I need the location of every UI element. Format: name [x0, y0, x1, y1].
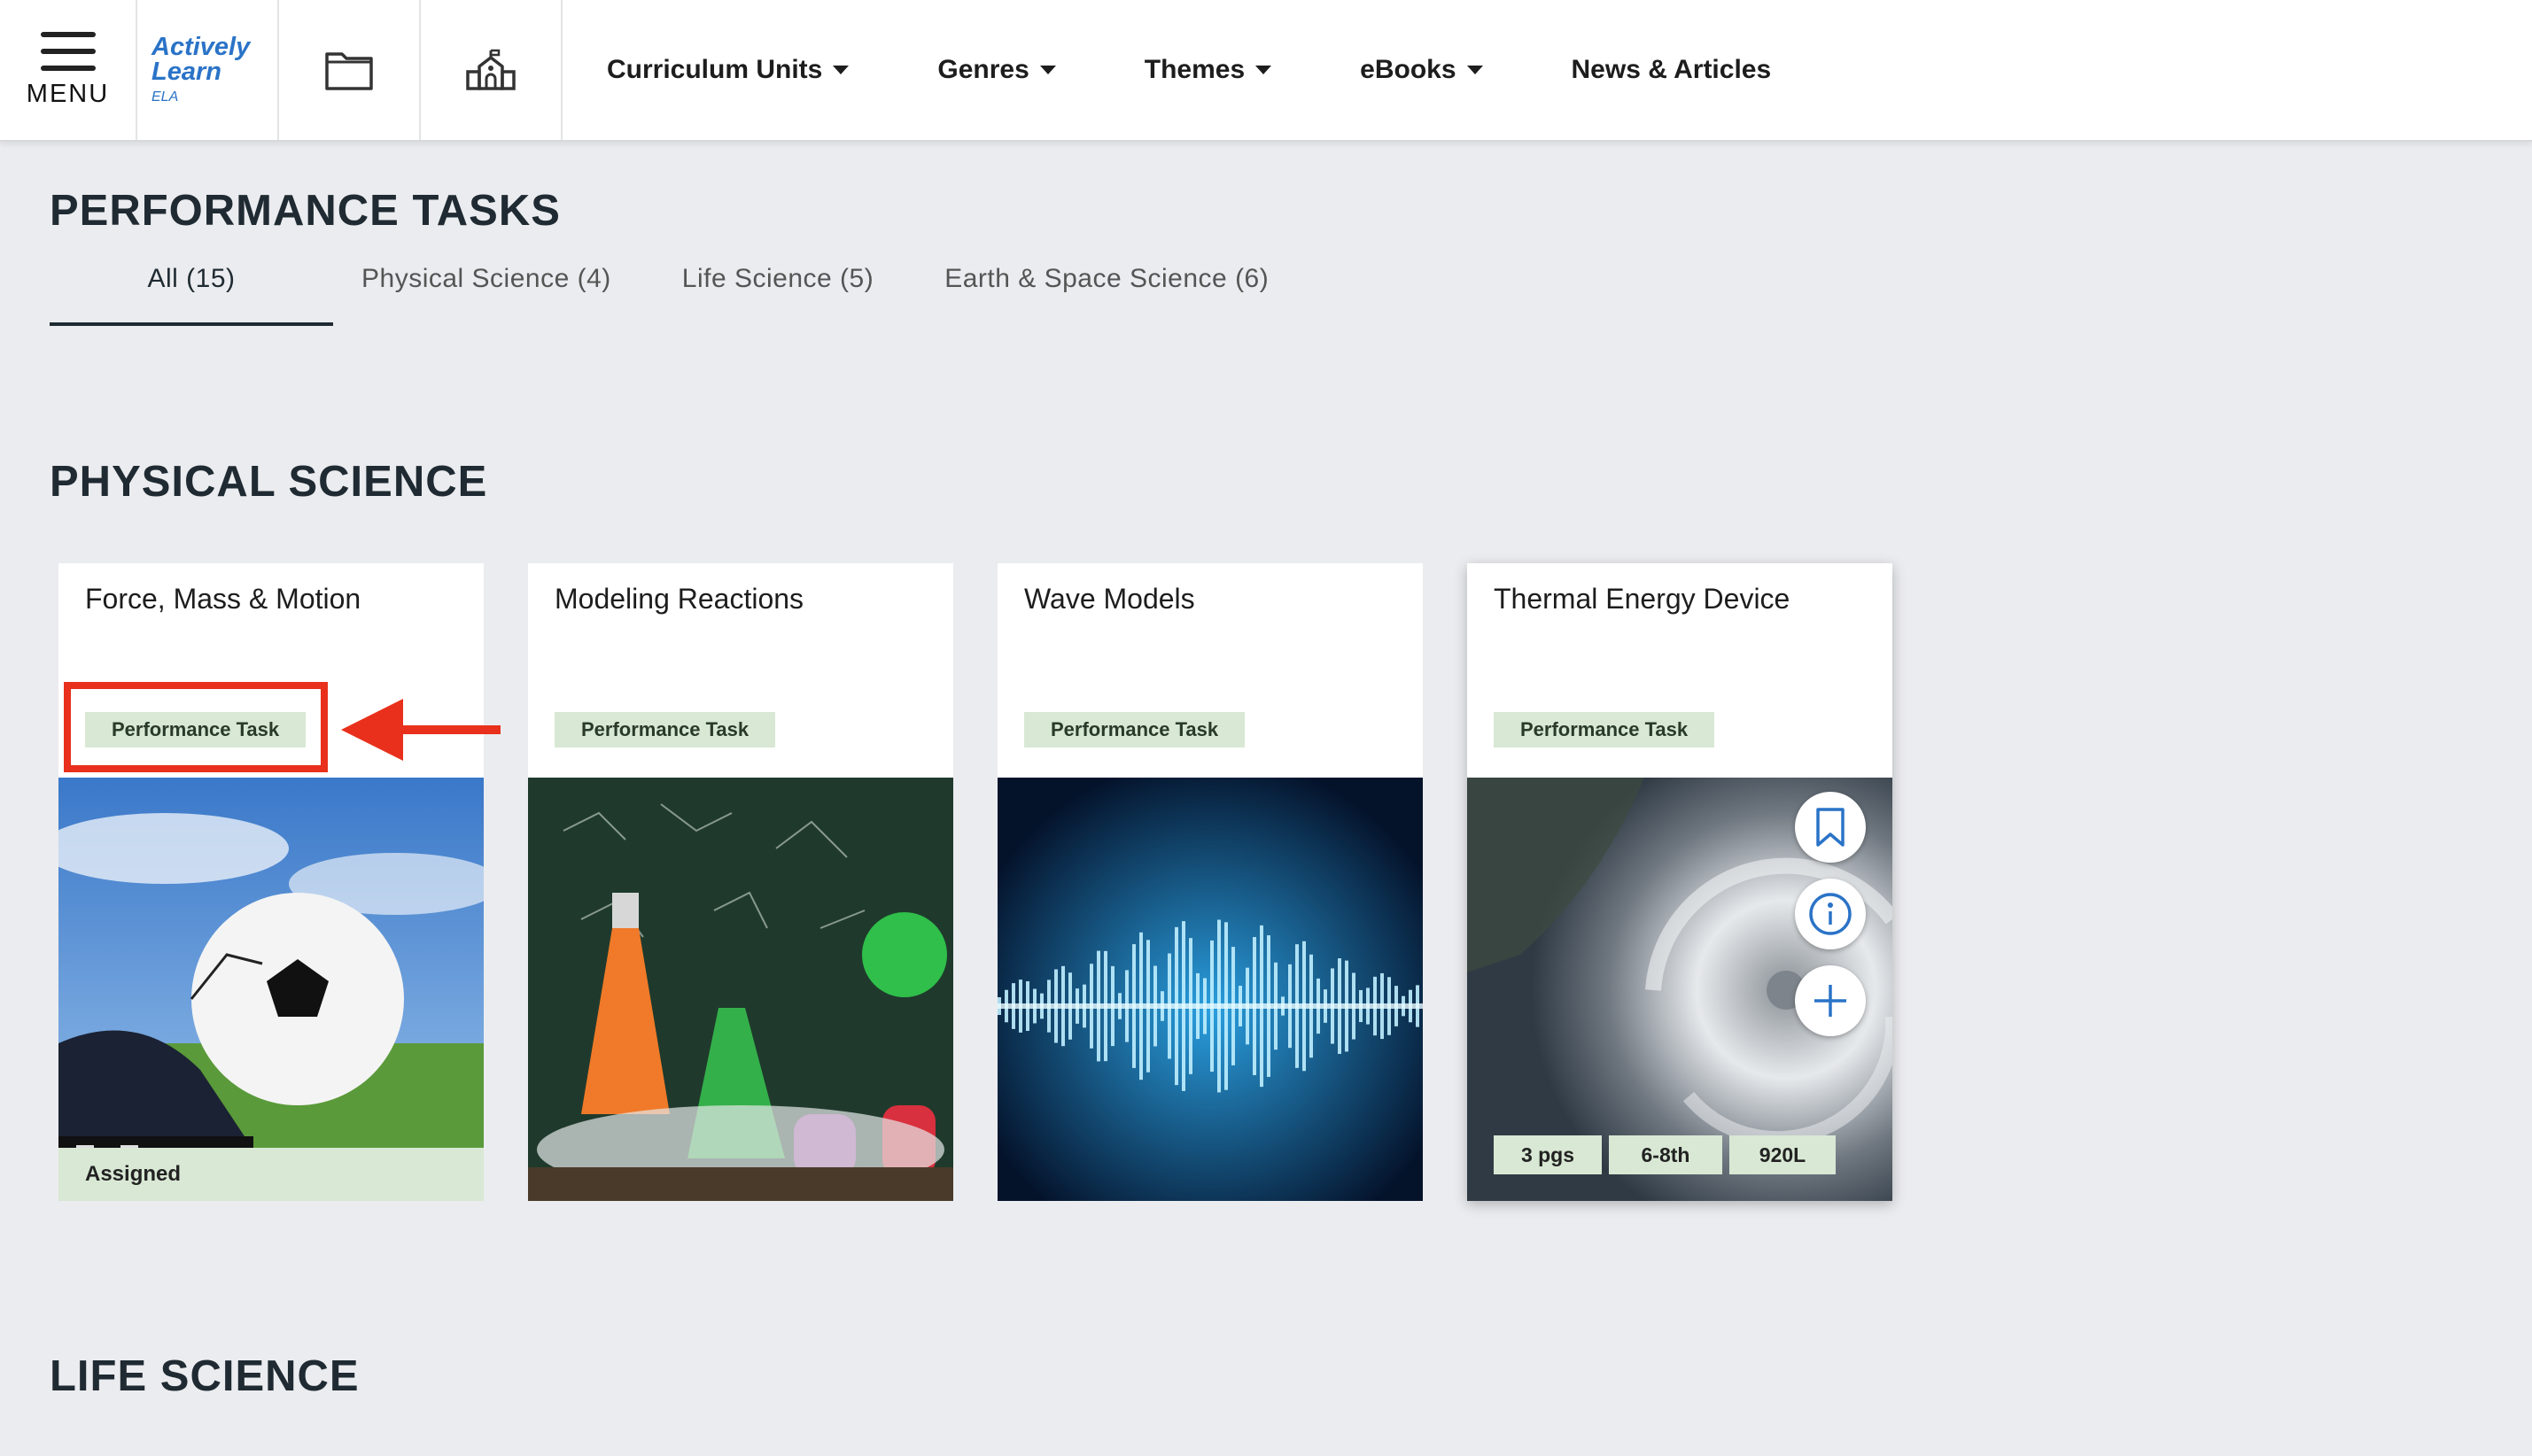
card-title: Thermal Energy Device: [1494, 583, 1790, 615]
top-navigation-bar: MENU Actively Learn ELA Curriculum Units…: [0, 0, 2532, 142]
card-thermal-energy-device[interactable]: Thermal Energy Device Performance Task 3…: [1467, 563, 1892, 1201]
primary-nav: Curriculum Units Genres Themes eBooks Ne…: [563, 0, 1860, 140]
info-icon: [1809, 893, 1852, 935]
performance-task-badge: Performance Task: [555, 712, 776, 747]
card-image-soccer-ball: [58, 778, 484, 1201]
card-image-chemistry-flasks: [528, 778, 953, 1201]
performance-task-badge: Performance Task: [1024, 712, 1246, 747]
school-button[interactable]: [421, 0, 563, 140]
card-force-mass-motion[interactable]: Force, Mass & Motion Performance Task As…: [58, 563, 484, 1201]
plus-icon: [1814, 985, 1846, 1017]
card-title: Wave Models: [1024, 583, 1195, 615]
card-wave-models[interactable]: Wave Models Performance Task: [998, 563, 1423, 1201]
menu-label: MENU: [26, 79, 110, 108]
section-title-life-science: LIFE SCIENCE: [50, 1352, 360, 1400]
menu-button[interactable]: MENU: [0, 0, 137, 140]
nav-news-articles[interactable]: News & Articles: [1572, 55, 1772, 85]
tab-all[interactable]: All (15): [50, 257, 333, 326]
annotation-arrow-icon: [341, 699, 501, 761]
hamburger-icon: [40, 31, 96, 71]
bookmark-button[interactable]: [1795, 792, 1866, 863]
caret-down-icon: [1466, 66, 1483, 74]
page-count-pill: 3 pgs: [1494, 1135, 1602, 1174]
section-title-physical-science: PHYSICAL SCIENCE: [50, 458, 488, 506]
actively-learn-logo[interactable]: Actively Learn ELA: [137, 0, 279, 140]
card-image-sound-wave: [998, 778, 1423, 1201]
bookmark-icon: [1816, 808, 1845, 847]
nav-curriculum-units[interactable]: Curriculum Units: [607, 55, 850, 85]
tab-earth-space-science[interactable]: Earth & Space Science (6): [944, 257, 1269, 326]
annotation-highlight-box: [64, 682, 328, 772]
nav-genres[interactable]: Genres: [937, 55, 1056, 85]
caret-down-icon: [1255, 66, 1272, 74]
folder-icon: [325, 52, 373, 90]
caret-down-icon: [833, 66, 850, 74]
school-icon: [466, 49, 516, 90]
card-title: Force, Mass & Motion: [85, 583, 361, 615]
nav-themes[interactable]: Themes: [1145, 55, 1272, 85]
add-button[interactable]: [1795, 965, 1866, 1036]
tab-physical-science[interactable]: Physical Science (4): [361, 257, 611, 326]
nav-ebooks[interactable]: eBooks: [1360, 55, 1483, 85]
card-title: Modeling Reactions: [555, 583, 804, 615]
performance-task-badge: Performance Task: [1494, 712, 1715, 747]
assigned-status: Assigned: [58, 1148, 484, 1201]
lexile-pill: 920L: [1729, 1135, 1836, 1174]
tab-life-science[interactable]: Life Science (5): [682, 257, 874, 326]
card-modeling-reactions[interactable]: Modeling Reactions Performance Task: [528, 563, 953, 1201]
info-button[interactable]: [1795, 879, 1866, 949]
category-tabs: All (15) Physical Science (4) Life Scien…: [50, 257, 1340, 326]
page-title: PERFORMANCE TASKS: [50, 187, 561, 235]
grade-level-pill: 6-8th: [1609, 1135, 1722, 1174]
folder-button[interactable]: [279, 0, 421, 140]
caret-down-icon: [1039, 66, 1056, 74]
